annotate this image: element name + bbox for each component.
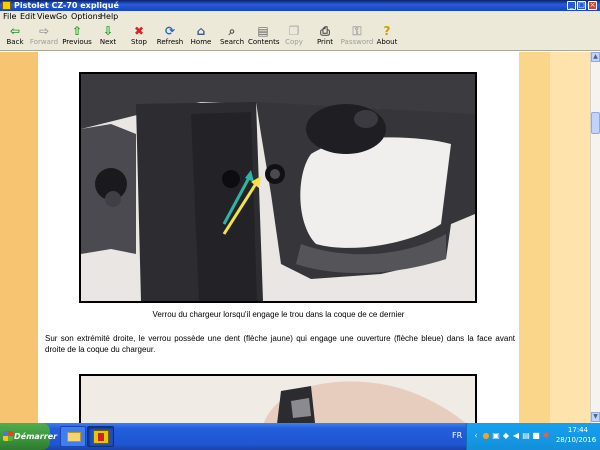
tray-app-icon[interactable]: ●	[482, 431, 490, 440]
tray-volume-icon[interactable]: ◀	[512, 431, 520, 440]
key-icon: ⚿	[352, 24, 362, 38]
description-paragraph: Sur son extrémité droite, le verrou poss…	[45, 334, 515, 354]
refresh-icon: ⟳	[164, 24, 176, 38]
copy-icon: ❐	[288, 24, 300, 38]
down-arrow-icon: ⇩	[102, 24, 114, 38]
tray-alert-icon[interactable]: ✱	[542, 431, 550, 440]
back-button[interactable]: ⇦ Back	[0, 25, 30, 50]
about-button[interactable]: ? About	[372, 25, 402, 50]
tray-network-icon[interactable]: ▣	[492, 431, 500, 440]
menu-help[interactable]: Help	[100, 11, 118, 23]
second-photo	[79, 374, 477, 423]
document-view: Verrou du chargeur lorsqu'il engage le t…	[0, 52, 590, 423]
print-button[interactable]: ⎙ Print	[310, 25, 340, 50]
scroll-up-icon[interactable]: ▲	[591, 52, 600, 62]
back-arrow-icon: ⇦	[9, 24, 21, 38]
scroll-down-icon[interactable]: ▼	[591, 412, 600, 422]
tray-antivirus-icon[interactable]: ■	[532, 431, 540, 440]
vertical-scrollbar[interactable]: ▲ ▼	[590, 52, 600, 423]
password-button[interactable]: ⚿ Password	[340, 25, 374, 50]
copy-button[interactable]: ❐ Copy	[279, 25, 309, 50]
menu-go[interactable]: Go	[56, 11, 67, 23]
taskbar-folder-button[interactable]	[60, 426, 86, 447]
stop-button[interactable]: ✖ Stop	[124, 25, 154, 50]
up-arrow-icon: ⇧	[71, 24, 83, 38]
app-icon	[2, 1, 11, 10]
tray-shield-icon[interactable]: ◆	[502, 431, 510, 440]
start-button[interactable]: Démarrer	[0, 423, 57, 450]
contents-icon: ▤	[257, 24, 269, 38]
next-button[interactable]: ⇩ Next	[93, 25, 123, 50]
page-content: Verrou du chargeur lorsqu'il engage le t…	[38, 52, 519, 423]
close-button[interactable]: ×	[588, 1, 597, 10]
help-book-icon	[93, 430, 109, 444]
print-icon: ⎙	[320, 24, 330, 38]
taskbar-app-button[interactable]	[87, 426, 114, 447]
windows-flag-icon	[3, 431, 13, 441]
home-button[interactable]: ⌂ Home	[186, 25, 216, 50]
forward-arrow-icon: ⇨	[38, 24, 50, 38]
scroll-thumb[interactable]	[591, 112, 600, 134]
contents-button[interactable]: ▤ Contents	[248, 24, 280, 50]
tray-device-icon[interactable]: ▤	[522, 431, 530, 440]
search-button[interactable]: ⌕ Search	[217, 25, 247, 50]
page-margin-right-outer	[550, 52, 590, 423]
stop-icon: ✖	[133, 24, 145, 38]
menu-bar: File Edit View Go Options Help	[0, 11, 600, 23]
toolbar: ⇦ Back ⇨ Forward ⇧ Previous ⇩ Next ✖ Sto…	[0, 23, 600, 51]
folder-icon	[67, 432, 81, 442]
minimize-button[interactable]: _	[567, 1, 576, 10]
forward-button[interactable]: ⇨ Forward	[29, 25, 59, 50]
clock-time[interactable]: 17:44	[563, 426, 593, 434]
tray-expand-icon[interactable]: ‹	[472, 431, 480, 440]
pistol-frame-photo	[79, 72, 477, 303]
menu-view[interactable]: View	[37, 11, 56, 23]
maximize-button[interactable]: □	[577, 1, 586, 10]
menu-file[interactable]: File	[3, 11, 16, 23]
refresh-button[interactable]: ⟳ Refresh	[155, 25, 185, 50]
menu-options[interactable]: Options	[71, 11, 102, 23]
taskbar: Démarrer FR ‹ ● ▣ ◆ ◀ ▤ ■ ✱ 17:44 28/10/…	[0, 423, 600, 450]
photo-caption: Verrou du chargeur lorsqu'il engage le t…	[152, 310, 405, 319]
home-icon: ⌂	[196, 24, 206, 38]
title-bar: Pistolet CZ-70 expliqué _ □ ×	[0, 0, 600, 11]
window-title: Pistolet CZ-70 expliqué	[14, 1, 119, 10]
menu-edit[interactable]: Edit	[20, 11, 36, 23]
about-icon: ?	[383, 24, 391, 38]
page-margin-left	[0, 52, 38, 423]
previous-button[interactable]: ⇧ Previous	[62, 25, 92, 50]
search-icon: ⌕	[228, 24, 236, 38]
page-margin-right	[519, 52, 550, 423]
clock-date[interactable]: 28/10/2016	[555, 436, 597, 444]
language-indicator[interactable]: FR	[452, 431, 462, 440]
